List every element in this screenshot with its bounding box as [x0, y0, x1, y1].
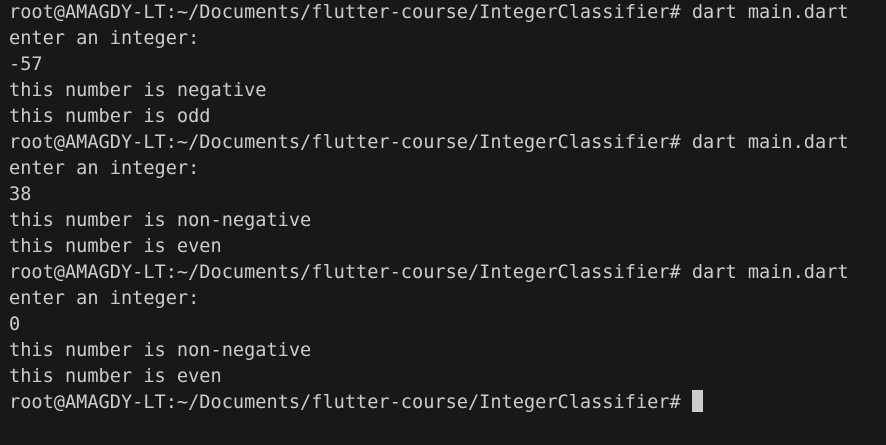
terminal-line: 38	[9, 184, 32, 205]
terminal-prompt: root@AMAGDY-LT:~/Documents/flutter-cours…	[9, 392, 681, 413]
terminal-line: this number is even	[9, 236, 222, 257]
terminal-prompt-line[interactable]: root@AMAGDY-LT:~/Documents/flutter-cours…	[9, 390, 886, 416]
terminal-line: root@AMAGDY-LT:~/Documents/flutter-cours…	[9, 132, 849, 153]
terminal-line: this number is non-negative	[9, 210, 312, 231]
terminal-cursor[interactable]	[691, 390, 703, 412]
terminal-line: root@AMAGDY-LT:~/Documents/flutter-cours…	[9, 2, 849, 23]
terminal-line: enter an integer:	[9, 158, 200, 179]
terminal-window[interactable]: root@AMAGDY-LT:~/Documents/flutter-cours…	[0, 0, 886, 445]
terminal-line: 0	[9, 314, 21, 335]
terminal-line: this number is odd	[9, 106, 211, 127]
terminal-line: enter an integer:	[9, 288, 200, 309]
terminal-line: this number is non-negative	[9, 340, 312, 361]
terminal-line: this number is even	[9, 366, 222, 387]
terminal-line: root@AMAGDY-LT:~/Documents/flutter-cours…	[9, 262, 849, 283]
terminal-line: enter an integer:	[9, 28, 200, 49]
terminal-line: this number is negative	[9, 80, 267, 101]
terminal-line: -57	[9, 54, 43, 75]
terminal-output: root@AMAGDY-LT:~/Documents/flutter-cours…	[9, 0, 886, 416]
